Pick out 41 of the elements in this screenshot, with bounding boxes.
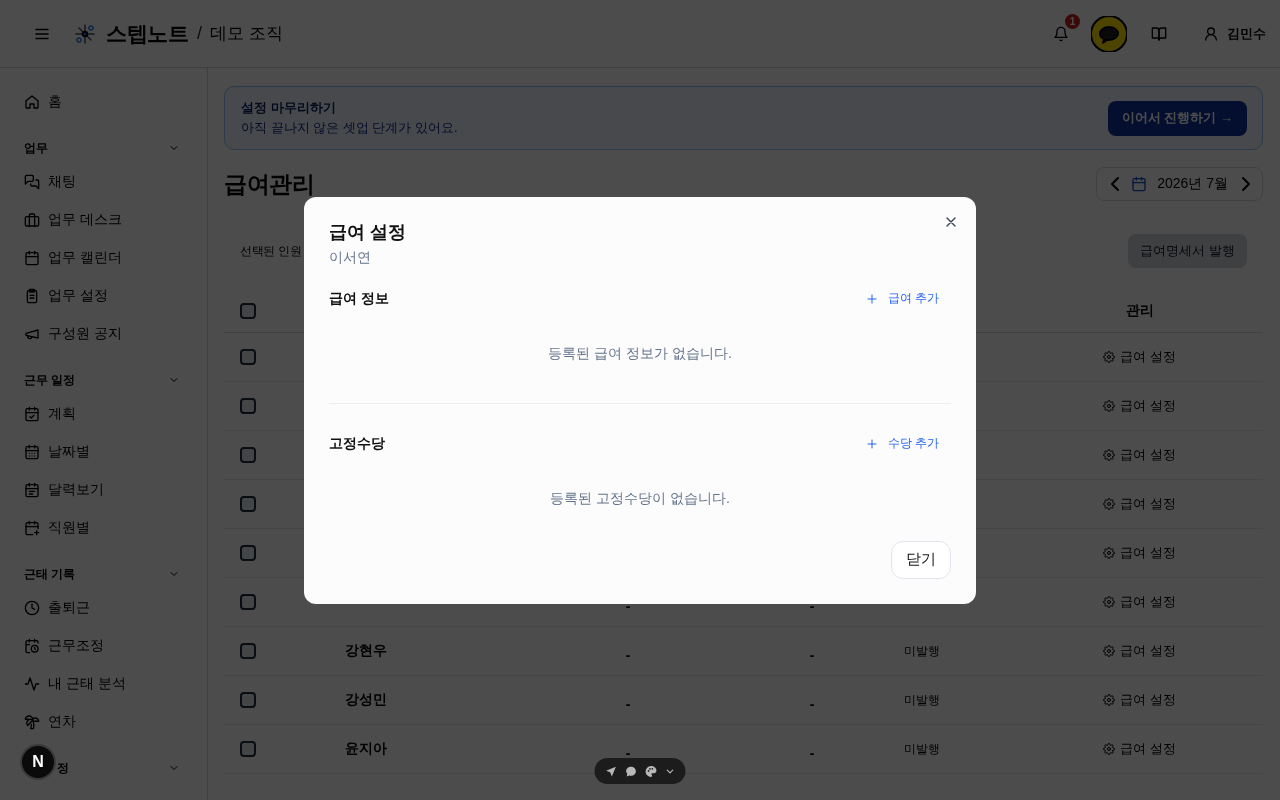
sidebar-section-label: 업무 bbox=[24, 139, 48, 157]
payslip-status: 미발행 bbox=[904, 740, 940, 758]
month-label: 2026년 7월 bbox=[1157, 175, 1228, 193]
table-cell-text: - bbox=[625, 744, 631, 761]
banner-title: 설정 마무리하기 bbox=[241, 99, 337, 117]
chat-bubble-icon[interactable] bbox=[624, 764, 638, 778]
section-title: 고정수당 bbox=[329, 434, 385, 453]
plus-icon bbox=[865, 292, 878, 305]
empty-state-text: 등록된 급여 정보가 없습니다. bbox=[547, 343, 733, 363]
sidebar-section-label: 정 bbox=[57, 759, 69, 777]
table-cell-text: - bbox=[625, 597, 631, 614]
table-cell-text: - bbox=[809, 695, 815, 712]
payslip-status: 미발행 bbox=[904, 691, 940, 709]
organization-name[interactable]: 데모 조직 bbox=[210, 22, 283, 45]
banner-message: 아직 끝나지 않은 셋업 단계가 있어요. bbox=[241, 119, 458, 137]
payslip-status: 미발행 bbox=[904, 642, 940, 660]
table-cell-text: - bbox=[625, 646, 631, 663]
empty-state-text: 등록된 고정수당이 없습니다. bbox=[549, 488, 731, 508]
add-button[interactable]: 수당 추가 bbox=[865, 435, 939, 452]
employee-name: 강성민 bbox=[345, 691, 387, 709]
selection-count-text: 선택된 인원 bbox=[240, 242, 302, 260]
page-title: 급여관리 bbox=[224, 169, 314, 199]
sidebar-section-label: 근무 일정 bbox=[24, 371, 76, 389]
brand-name: 스텝노트 bbox=[106, 20, 188, 47]
table-cell-text: - bbox=[625, 695, 631, 712]
table-cell-text: - bbox=[809, 597, 815, 614]
plus-icon bbox=[865, 437, 878, 450]
table-cell-text: - bbox=[809, 646, 815, 663]
breadcrumb-separator: / bbox=[197, 23, 202, 44]
close-dialog-button[interactable]: 닫기 bbox=[891, 540, 951, 579]
section-title: 급여 정보 bbox=[329, 289, 389, 308]
column-header: 관리 bbox=[1125, 302, 1154, 320]
dialog-title: 급여 설정 bbox=[329, 220, 407, 243]
send-icon[interactable] bbox=[604, 764, 618, 778]
palette-icon[interactable] bbox=[644, 764, 658, 778]
employee-name: 윤지아 bbox=[345, 740, 387, 758]
table-cell-text: - bbox=[809, 744, 815, 761]
add-button[interactable]: 급여 추가 bbox=[865, 290, 939, 307]
employee-name: 강현우 bbox=[345, 642, 387, 660]
dialog-subtitle: 이서연 bbox=[329, 247, 372, 267]
sidebar-section-label: 근태 기록 bbox=[24, 565, 76, 583]
